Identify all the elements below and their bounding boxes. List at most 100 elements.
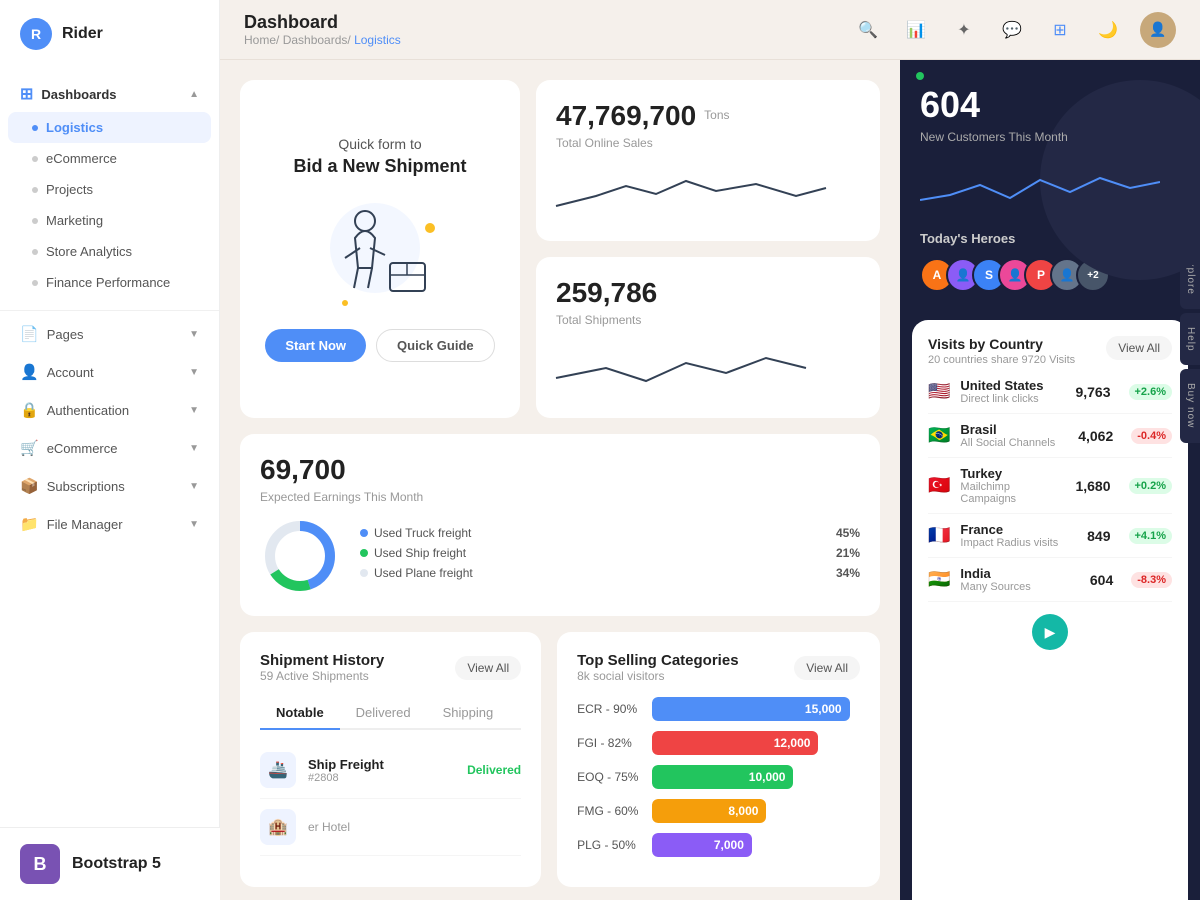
bar-fill-fgi: 12,000 (652, 731, 818, 755)
donut-chart (260, 516, 340, 596)
categories-view-all-button[interactable]: View All (794, 656, 860, 680)
customers-stats-area: 604 New Customers This Month (920, 84, 1180, 215)
bar-row-plg: PLG - 50% 7,000 (577, 833, 860, 857)
file-manager-icon: 📁 (20, 515, 39, 533)
second-cards-row: 69,700 Expected Earnings This Month (240, 434, 880, 616)
visits-title: Visits by Country (928, 336, 1075, 352)
online-indicator (916, 72, 924, 80)
sidebar-item-projects[interactable]: Projects (0, 174, 219, 205)
bar-value-fmg: 8,000 (728, 804, 758, 818)
country-row-in: 🇮🇳 India Many Sources 604 -8.3% (928, 558, 1172, 602)
hotel-icon: 🏨 (260, 809, 296, 845)
avatar[interactable]: 👤 (1140, 12, 1176, 48)
buy-now-button[interactable]: Buy now (1180, 369, 1200, 442)
bar-label-plg: PLG - 50% (577, 838, 642, 852)
us-change: +2.6% (1129, 384, 1173, 400)
customers-label: New Customers This Month (920, 130, 1180, 144)
start-now-button[interactable]: Start Now (265, 329, 366, 362)
total-sales-label: Total Online Sales (556, 136, 860, 150)
breadcrumb: Home/ Dashboards/ Logistics (244, 33, 401, 47)
nav-dot (32, 280, 38, 286)
legend-plane: Used Plane freight 34% (360, 566, 860, 580)
sidebar-group-file-manager[interactable]: 📁 File Manager ▼ (0, 505, 219, 543)
donut-row: Used Truck freight 45% Used Ship freight… (260, 516, 860, 596)
ecom-icon: 🛒 (20, 439, 39, 457)
us-info: United States Direct link clicks (960, 378, 1065, 405)
country-row-br: 🇧🇷 Brasil All Social Channels 4,062 -0.4… (928, 414, 1172, 458)
fr-source: Impact Radius visits (960, 537, 1077, 549)
categories-card: Top Selling Categories 8k social visitor… (557, 632, 880, 887)
tab-delivered[interactable]: Delivered (340, 697, 427, 730)
tr-visits: 1,680 (1075, 478, 1110, 494)
earnings-value: 69,700 (260, 454, 860, 486)
shipments-spark-svg (556, 343, 860, 393)
fr-name: France (960, 522, 1077, 537)
bar-row-ecr: ECR - 90% 15,000 (577, 697, 860, 721)
search-icon[interactable]: 🔍 (852, 14, 884, 46)
truck-dot (360, 529, 368, 537)
sidebar-group-pages[interactable]: 📄 Pages ▼ (0, 315, 219, 353)
bar-value-fgi: 12,000 (774, 736, 811, 750)
tr-change: +0.2% (1129, 478, 1173, 494)
chevron-down-icon: ▼ (189, 443, 199, 454)
help-button[interactable]: Help (1180, 313, 1200, 366)
stat-cards-column: 47,769,700 Tons Total Online Sales 259,7… (536, 80, 880, 418)
settings-icon[interactable]: ✦ (948, 14, 980, 46)
bar-row-eoq: EOQ - 75% 10,000 (577, 765, 860, 789)
topbar: Dashboard Home/ Dashboards/ Logistics 🔍 … (220, 0, 1200, 60)
shipments-sparkline (556, 343, 860, 398)
sidebar-item-logistics[interactable]: Logistics (8, 112, 211, 143)
categories-header: Top Selling Categories 8k social visitor… (577, 652, 860, 683)
logo-text: Rider (62, 25, 103, 43)
fr-flag: 🇫🇷 (928, 525, 950, 546)
sidebar-group-account[interactable]: 👤 Account ▼ (0, 353, 219, 391)
bar-container-fgi: 12,000 (652, 731, 860, 755)
sidebar-group-subscriptions[interactable]: 📦 Subscriptions ▼ (0, 467, 219, 505)
sidebar-item-ecommerce[interactable]: eCommerce (0, 143, 219, 174)
sidebar-item-store-analytics[interactable]: Store Analytics (0, 236, 219, 267)
shipment-info: Ship Freight #2808 (308, 757, 455, 784)
theme-icon[interactable]: 🌙 (1092, 14, 1124, 46)
shipment-view-all-button[interactable]: View All (455, 656, 521, 680)
dashboards-title: ⊞ Dashboards (20, 84, 117, 104)
account-icon: 👤 (20, 363, 39, 381)
country-row-tr: 🇹🇷 Turkey Mailchimp Campaigns 1,680 +0.2… (928, 458, 1172, 514)
content-area: Quick form to Bid a New Shipment (220, 60, 1200, 900)
bar-container-fmg: 8,000 (652, 799, 860, 823)
nav-dot (32, 218, 38, 224)
chevron-down-icon: ▼ (189, 519, 199, 530)
grid-icon[interactable]: ⊞ (1044, 14, 1076, 46)
bootstrap-badge: B Bootstrap 5 (0, 827, 220, 900)
tab-shipping[interactable]: Shipping (427, 697, 510, 730)
sidebar-group-ecommerce[interactable]: 🛒 eCommerce ▼ (0, 429, 219, 467)
fr-info: France Impact Radius visits (960, 522, 1077, 549)
dashboards-section: ⊞ Dashboards ▲ Logistics eCommerce Proje… (0, 68, 219, 306)
customers-sparkline (920, 160, 1160, 210)
bar-label-fgi: FGI - 82% (577, 736, 642, 750)
teal-circle-icon[interactable]: ▶ (1032, 614, 1068, 650)
sidebar-item-marketing[interactable]: Marketing (0, 205, 219, 236)
br-flag: 🇧🇷 (928, 425, 950, 446)
in-flag: 🇮🇳 (928, 569, 950, 590)
sidebar-item-finance-performance[interactable]: Finance Performance (0, 267, 219, 298)
bar-fill-fmg: 8,000 (652, 799, 766, 823)
sidebar: R Rider ⊞ Dashboards ▲ Logistics eCommer… (0, 0, 220, 900)
tab-notable[interactable]: Notable (260, 697, 340, 730)
quick-guide-button[interactable]: Quick Guide (376, 329, 495, 362)
total-shipments-value: 259,786 (556, 277, 657, 308)
sidebar-group-authentication[interactable]: 🔒 Authentication ▼ (0, 391, 219, 429)
promo-buttons: Start Now Quick Guide (265, 329, 494, 362)
dashboards-header[interactable]: ⊞ Dashboards ▲ (0, 76, 219, 112)
chart-icon[interactable]: 📊 (900, 14, 932, 46)
chevron-down-icon: ▼ (189, 367, 199, 378)
chat-icon[interactable]: 💬 (996, 14, 1028, 46)
topbar-title-area: Dashboard Home/ Dashboards/ Logistics (244, 12, 401, 47)
bar-fill-eoq: 10,000 (652, 765, 793, 789)
top-cards-row: Quick form to Bid a New Shipment (240, 80, 880, 418)
promo-card: Quick form to Bid a New Shipment (240, 80, 520, 418)
visits-view-all-button[interactable]: View All (1106, 336, 1172, 360)
chevron-down-icon: ▼ (189, 405, 199, 416)
stat-header: 47,769,700 Tons (556, 100, 860, 132)
sidebar-logo[interactable]: R Rider (0, 0, 219, 68)
auth-icon: 🔒 (20, 401, 39, 419)
